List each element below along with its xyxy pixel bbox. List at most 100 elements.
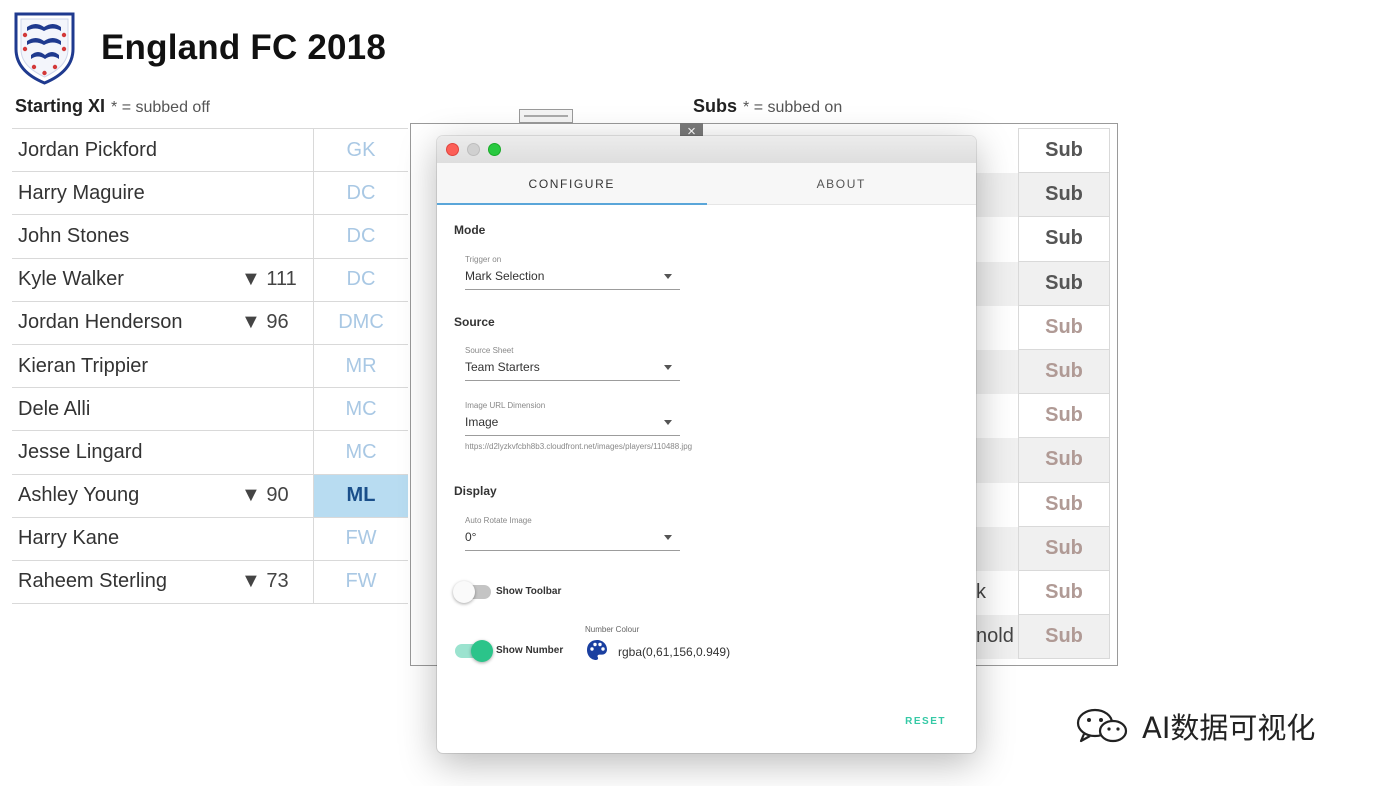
sub-button[interactable]: Sub (1019, 306, 1109, 350)
player-name: Kyle Walker (18, 268, 124, 291)
player-name-cell[interactable]: John Stones (12, 215, 314, 258)
show-toolbar-toggle[interactable] (453, 581, 491, 603)
drag-handle[interactable] (519, 109, 573, 123)
sub-row-background (975, 173, 1018, 218)
sub-button[interactable]: Sub (1019, 261, 1109, 306)
table-row[interactable]: Kyle Walker ▼ 111 DC (12, 258, 408, 302)
table-row[interactable]: Jordan Pickford GK (12, 129, 408, 173)
trigger-on-select[interactable]: Trigger on Mark Selection (465, 255, 680, 290)
table-row[interactable]: Ashley Young ▼ 90 ML (12, 474, 408, 518)
tab-about[interactable]: ABOUT (707, 163, 977, 204)
auto-rotate-select[interactable]: Auto Rotate Image 0° (465, 516, 680, 551)
sub-button[interactable]: Sub (1019, 349, 1109, 395)
toggle-knob (471, 640, 493, 662)
position-cell[interactable]: MR (314, 345, 408, 387)
player-name-cell[interactable]: Jordan Henderson ▼ 96 (12, 301, 314, 344)
sub-button[interactable]: Sub (1019, 173, 1109, 218)
window-minimize-button[interactable] (467, 143, 480, 156)
player-name-cell[interactable]: Harry Kane (12, 517, 314, 560)
position-cell[interactable]: FW (314, 518, 408, 560)
position-cell[interactable]: DC (314, 172, 408, 214)
subs-column: Sub Sub Sub Sub Sub Sub Sub Sub Sub Sub Sub Sub (1018, 128, 1110, 660)
dialog-tabs: CONFIGURE ABOUT (437, 163, 976, 205)
chevron-down-icon (664, 419, 672, 425)
source-sheet-value-row[interactable]: Team Starters (465, 357, 680, 381)
player-name-cell[interactable]: Dele Alli (12, 388, 314, 431)
subs-note: * = subbed on (743, 99, 843, 116)
sub-button[interactable]: Sub (1019, 217, 1109, 262)
sub-row-background (975, 350, 1018, 395)
image-url-value-row[interactable]: Image (465, 412, 680, 436)
table-row[interactable]: John Stones DC (12, 215, 408, 259)
mode-section-label: Mode (454, 223, 486, 237)
table-row[interactable]: Harry Kane FW (12, 517, 408, 561)
table-row[interactable]: Jesse Lingard MC (12, 431, 408, 475)
source-sheet-select[interactable]: Source Sheet Team Starters (465, 346, 680, 381)
table-row[interactable]: Kieran Trippier MR (12, 344, 408, 389)
table-row[interactable]: Dele Alli MC (12, 388, 408, 432)
source-sheet-label: Source Sheet (465, 346, 514, 355)
sub-row-background (975, 129, 1018, 173)
sub-button[interactable]: Sub (1019, 571, 1109, 616)
subbed-off-minute: ▼ 90 (241, 484, 289, 507)
window-close-button[interactable] (446, 143, 459, 156)
subs-heading: Subs * = subbed on (693, 96, 842, 117)
starting-xi-table: Jordan Pickford GK Harry Maguire DC John… (12, 128, 408, 605)
wechat-icon (1076, 708, 1128, 743)
sub-button[interactable]: Sub (1019, 394, 1109, 439)
starting-xi-title: Starting XI (15, 96, 106, 116)
player-name: Ashley Young (18, 484, 140, 507)
player-name-cell[interactable]: Kieran Trippier (12, 344, 314, 388)
sub-row-background (975, 261, 1018, 306)
sub-button[interactable]: Sub (1019, 526, 1109, 571)
sub-button[interactable]: Sub (1019, 129, 1109, 174)
window-titlebar (437, 136, 976, 163)
sub-name-fragment: nold (976, 625, 1014, 647)
player-name: Dele Alli (18, 397, 91, 420)
player-name-cell[interactable]: Jesse Lingard (12, 431, 314, 474)
reset-button[interactable]: RESET (905, 716, 946, 727)
player-name: Harry Kane (18, 527, 120, 550)
sub-row-background (975, 394, 1018, 438)
auto-rotate-label: Auto Rotate Image (465, 516, 532, 525)
trigger-on-label: Trigger on (465, 255, 502, 264)
player-name: Raheem Sterling (18, 570, 167, 593)
image-url-hint: https://d2lyzkvfcbh8b3.cloudfront.net/im… (465, 442, 693, 451)
player-name-cell[interactable]: Harry Maguire (12, 172, 314, 215)
england-crest-logo (14, 12, 75, 85)
trigger-on-value-row[interactable]: Mark Selection (465, 266, 680, 290)
window-zoom-button[interactable] (488, 143, 501, 156)
subbed-off-minute: ▼ 96 (241, 311, 289, 334)
player-name-cell[interactable]: Kyle Walker ▼ 111 (12, 258, 314, 301)
image-url-select[interactable]: Image URL Dimension Image https://d2lyzk… (465, 401, 693, 451)
starting-xi-heading: Starting XI * = subbed off (15, 96, 210, 117)
show-number-toggle[interactable] (455, 640, 493, 662)
position-cell[interactable]: DMC (314, 302, 408, 344)
position-cell[interactable]: MC (314, 431, 408, 473)
palette-icon[interactable] (586, 639, 608, 661)
show-number-label: Show Number (496, 645, 564, 656)
position-cell[interactable]: FW (314, 561, 408, 603)
chevron-down-icon (664, 534, 672, 540)
sub-button[interactable]: Sub (1019, 615, 1109, 660)
sub-button[interactable]: Sub (1019, 483, 1109, 527)
table-row[interactable]: Jordan Henderson ▼ 96 DMC (12, 301, 408, 345)
tab-configure[interactable]: CONFIGURE (437, 163, 707, 205)
player-name-cell[interactable]: Raheem Sterling ▼ 73 (12, 560, 314, 604)
table-row[interactable]: Raheem Sterling ▼ 73 FW (12, 560, 408, 605)
player-name: Harry Maguire (18, 181, 145, 204)
sub-row-background (975, 438, 1018, 483)
position-cell[interactable]: MC (314, 388, 408, 430)
number-colour-label: Number Colour (585, 625, 640, 634)
position-cell[interactable]: DC (314, 215, 408, 257)
position-cell[interactable]: GK (314, 129, 408, 171)
position-cell[interactable]: DC (314, 259, 408, 301)
sub-button[interactable]: Sub (1019, 438, 1109, 483)
auto-rotate-value: 0° (465, 530, 477, 544)
table-row[interactable]: Harry Maguire DC (12, 172, 408, 216)
player-name-cell[interactable]: Ashley Young ▼ 90 (12, 474, 314, 517)
position-cell[interactable]: ML (314, 474, 408, 517)
display-section-label: Display (454, 484, 497, 498)
player-name-cell[interactable]: Jordan Pickford (12, 129, 314, 172)
auto-rotate-value-row[interactable]: 0° (465, 527, 680, 551)
